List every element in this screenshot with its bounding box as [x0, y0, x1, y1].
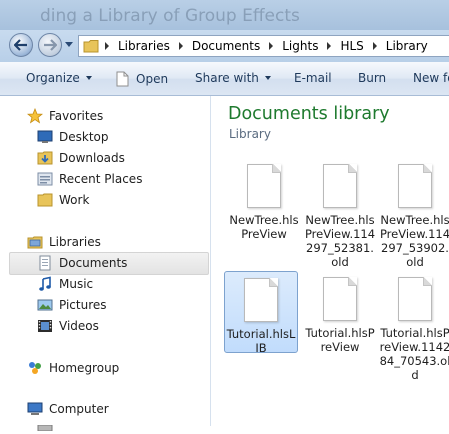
downloads-folder-icon [37, 151, 53, 165]
nav-homegroup-label: Homegroup [49, 361, 120, 375]
breadcrumb-separator[interactable] [327, 42, 332, 50]
navigation-pane: Favorites Desktop Downloads Recent Place… [0, 96, 211, 432]
blank-file-icon [398, 164, 432, 208]
nav-music-label: Music [59, 277, 94, 291]
file-name: Tutorial.hlsPreView [305, 326, 375, 354]
back-button[interactable] [9, 33, 33, 57]
new-folder-label: New fo [413, 71, 449, 85]
nav-recent-places[interactable]: Recent Places [37, 169, 142, 189]
open-label: Open [136, 72, 169, 86]
breadcrumb-separator[interactable] [372, 42, 377, 50]
breadcrumb-hls[interactable]: HLS [337, 39, 366, 53]
share-with-button[interactable]: Share with [195, 71, 271, 85]
breadcrumb-separator[interactable] [269, 42, 274, 50]
breadcrumb-libraries[interactable]: Libraries [115, 39, 173, 53]
breadcrumb-lights[interactable]: Lights [279, 39, 321, 53]
arrow-left-icon [14, 39, 27, 51]
nav-libraries[interactable]: Libraries [27, 232, 101, 252]
breadcrumb-separator[interactable] [178, 42, 183, 50]
library-subtitle: Library [229, 127, 271, 141]
window-title: ding a Library of Group Effects [40, 6, 300, 26]
chevron-down-icon [264, 76, 271, 80]
blank-file-icon [398, 277, 432, 321]
nav-desktop-label: Desktop [59, 130, 109, 144]
documents-icon [39, 255, 51, 271]
videos-icon [38, 320, 52, 332]
burn-label: Burn [358, 71, 387, 85]
breadcrumb-separator[interactable] [105, 42, 109, 50]
document-icon [116, 71, 129, 87]
homegroup-icon [29, 362, 41, 374]
recent-places-icon [37, 172, 53, 186]
nav-music[interactable]: Music [37, 274, 93, 294]
nav-libraries-label: Libraries [49, 235, 101, 249]
nav-desktop[interactable]: Desktop [37, 127, 109, 147]
forward-button[interactable] [38, 33, 62, 57]
open-button[interactable]: Open [116, 71, 168, 87]
nav-favorites-label: Favorites [49, 109, 104, 123]
nav-work-label: Work [59, 193, 90, 207]
nav-videos-label: Videos [59, 319, 99, 333]
nav-favorites[interactable]: Favorites [27, 106, 103, 126]
blank-file-icon [247, 164, 281, 208]
email-label: E-mail [294, 71, 332, 85]
nav-downloads[interactable]: Downloads [37, 148, 125, 168]
pictures-icon [37, 299, 53, 311]
file-item[interactable]: Tutorial.hlsPreView [304, 277, 376, 354]
nav-pictures-label: Pictures [59, 298, 107, 312]
recent-pages-dropdown-icon[interactable] [64, 39, 74, 49]
nav-recent-places-label: Recent Places [59, 172, 143, 186]
chevron-down-icon [85, 76, 92, 80]
nav-computer[interactable]: Computer [27, 399, 109, 419]
file-item[interactable]: NewTree.hlsPreView.114297_53902.old [379, 164, 449, 269]
nav-documents[interactable]: Documents [37, 253, 127, 273]
file-item[interactable]: Tutorial.hlsPreView.114284_70543.old [379, 277, 449, 382]
address-bar[interactable]: Libraries Documents Lights HLS Library [78, 35, 449, 57]
star-icon [27, 108, 43, 124]
libraries-icon [27, 236, 43, 249]
blank-file-icon [323, 164, 357, 208]
nav-next-item-partial [37, 420, 53, 434]
computer-icon [27, 402, 43, 415]
nav-pictures[interactable]: Pictures [37, 295, 107, 315]
file-item[interactable]: NewTree.hlsPreView [228, 164, 300, 241]
nav-computer-label: Computer [49, 402, 109, 416]
email-button[interactable]: E-mail [294, 71, 332, 85]
file-item[interactable]: NewTree.hlsPreView.114297_52381.old [304, 164, 376, 269]
file-list-pane: Documents library Library NewTree.hlsPre… [211, 96, 449, 426]
organize-label: Organize [26, 71, 80, 85]
arrow-right-icon [44, 39, 57, 51]
new-folder-button[interactable]: New fo [413, 71, 449, 85]
file-name: NewTree.hlsPreView.114297_52381.old [304, 213, 376, 269]
folder-icon [83, 40, 99, 53]
file-name: NewTree.hlsPreView.114297_53902.old [379, 213, 449, 269]
blank-file-icon [244, 278, 278, 322]
command-bar: Organize Open Share with E-mail Burn New… [0, 62, 449, 96]
window-title-bar: ding a Library of Group Effects [0, 0, 449, 30]
file-name: Tutorial.hlsLIB [226, 327, 296, 355]
breadcrumb-documents[interactable]: Documents [189, 39, 263, 53]
nav-videos[interactable]: Videos [37, 316, 99, 336]
breadcrumb-library[interactable]: Library [383, 39, 431, 53]
music-icon [39, 276, 51, 291]
organize-button[interactable]: Organize [26, 71, 92, 85]
nav-homegroup[interactable]: Homegroup [27, 358, 119, 378]
nav-work[interactable]: Work [37, 190, 89, 210]
blank-file-icon [323, 277, 357, 321]
burn-button[interactable]: Burn [358, 71, 386, 85]
folder-icon [37, 193, 53, 207]
file-name: NewTree.hlsPreView [229, 213, 299, 241]
nav-documents-label: Documents [59, 256, 128, 270]
share-with-label: Share with [195, 71, 259, 85]
file-name: Tutorial.hlsPreView.114284_70543.old [379, 326, 449, 382]
address-row: Libraries Documents Lights HLS Library [0, 30, 449, 62]
library-title: Documents library [228, 104, 390, 124]
file-item-selected[interactable]: Tutorial.hlsLIB [224, 271, 298, 355]
nav-downloads-label: Downloads [59, 151, 125, 165]
desktop-icon [37, 130, 53, 143]
